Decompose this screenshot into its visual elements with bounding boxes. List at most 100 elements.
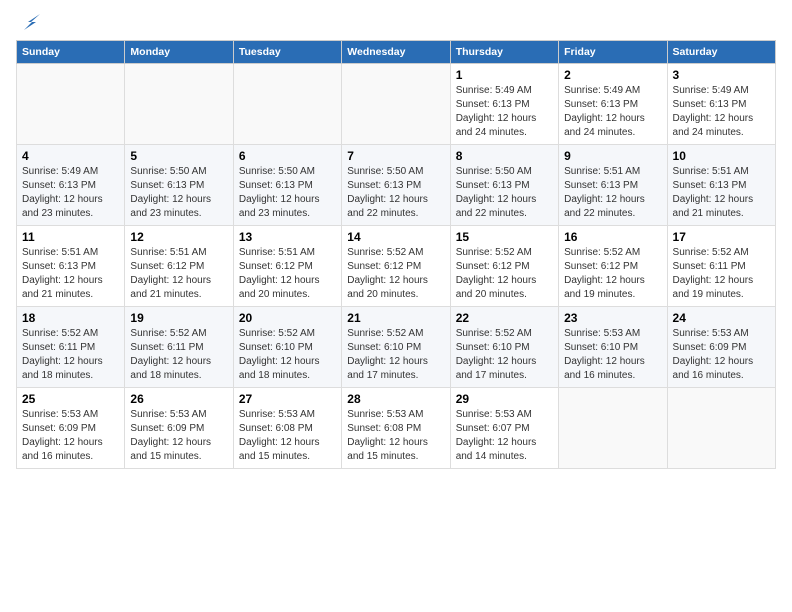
week-row-4: 18 Sunrise: 5:52 AMSunset: 6:11 PMDayligh…: [17, 307, 776, 388]
day-info: Sunrise: 5:49 AMSunset: 6:13 PMDaylight:…: [456, 84, 553, 140]
day-info: Sunrise: 5:51 AMSunset: 6:13 PMDaylight:…: [564, 165, 661, 221]
calendar-cell: 17 Sunrise: 5:52 AMSunset: 6:11 PMDayligh…: [667, 226, 775, 307]
calendar-cell: 19 Sunrise: 5:52 AMSunset: 6:11 PMDayligh…: [125, 307, 233, 388]
day-number: 22: [456, 311, 553, 325]
day-number: 13: [239, 230, 336, 244]
calendar-table: SundayMondayTuesdayWednesdayThursdayFrid…: [16, 40, 776, 469]
day-number: 18: [22, 311, 119, 325]
calendar-cell: [667, 388, 775, 469]
day-info: Sunrise: 5:53 AMSunset: 6:09 PMDaylight:…: [673, 327, 770, 383]
header-thursday: Thursday: [450, 41, 558, 64]
calendar-cell: 13 Sunrise: 5:51 AMSunset: 6:12 PMDayligh…: [233, 226, 341, 307]
day-number: 25: [22, 392, 119, 406]
calendar-cell: 12 Sunrise: 5:51 AMSunset: 6:12 PMDayligh…: [125, 226, 233, 307]
day-number: 7: [347, 149, 444, 163]
day-number: 11: [22, 230, 119, 244]
day-info: Sunrise: 5:50 AMSunset: 6:13 PMDaylight:…: [347, 165, 444, 221]
day-info: Sunrise: 5:52 AMSunset: 6:12 PMDaylight:…: [456, 246, 553, 302]
day-info: Sunrise: 5:52 AMSunset: 6:11 PMDaylight:…: [130, 327, 227, 383]
day-number: 19: [130, 311, 227, 325]
day-number: 26: [130, 392, 227, 406]
calendar-cell: 7 Sunrise: 5:50 AMSunset: 6:13 PMDaylight…: [342, 145, 450, 226]
calendar-cell: 28 Sunrise: 5:53 AMSunset: 6:08 PMDayligh…: [342, 388, 450, 469]
day-info: Sunrise: 5:50 AMSunset: 6:13 PMDaylight:…: [456, 165, 553, 221]
calendar-cell: 25 Sunrise: 5:53 AMSunset: 6:09 PMDayligh…: [17, 388, 125, 469]
day-number: 21: [347, 311, 444, 325]
calendar-cell: 15 Sunrise: 5:52 AMSunset: 6:12 PMDayligh…: [450, 226, 558, 307]
day-info: Sunrise: 5:49 AMSunset: 6:13 PMDaylight:…: [22, 165, 119, 221]
day-number: 15: [456, 230, 553, 244]
calendar-cell: 9 Sunrise: 5:51 AMSunset: 6:13 PMDaylight…: [559, 145, 667, 226]
page-header: [16, 16, 776, 30]
week-row-2: 4 Sunrise: 5:49 AMSunset: 6:13 PMDaylight…: [17, 145, 776, 226]
calendar-cell: [559, 388, 667, 469]
calendar-cell: 22 Sunrise: 5:52 AMSunset: 6:10 PMDayligh…: [450, 307, 558, 388]
day-info: Sunrise: 5:51 AMSunset: 6:12 PMDaylight:…: [130, 246, 227, 302]
day-info: Sunrise: 5:53 AMSunset: 6:07 PMDaylight:…: [456, 408, 553, 464]
day-info: Sunrise: 5:52 AMSunset: 6:11 PMDaylight:…: [22, 327, 119, 383]
calendar-cell: 3 Sunrise: 5:49 AMSunset: 6:13 PMDaylight…: [667, 64, 775, 145]
calendar-cell: [342, 64, 450, 145]
day-info: Sunrise: 5:52 AMSunset: 6:12 PMDaylight:…: [564, 246, 661, 302]
day-number: 17: [673, 230, 770, 244]
header-friday: Friday: [559, 41, 667, 64]
calendar-cell: 21 Sunrise: 5:52 AMSunset: 6:10 PMDayligh…: [342, 307, 450, 388]
calendar-cell: 24 Sunrise: 5:53 AMSunset: 6:09 PMDayligh…: [667, 307, 775, 388]
header-monday: Monday: [125, 41, 233, 64]
logo: [16, 16, 40, 30]
day-info: Sunrise: 5:52 AMSunset: 6:10 PMDaylight:…: [347, 327, 444, 383]
calendar-cell: 8Sunrise: 5:50 AMSunset: 6:13 PMDaylight…: [450, 145, 558, 226]
day-number: 4: [22, 149, 119, 163]
calendar-cell: [125, 64, 233, 145]
calendar-cell: 10Sunrise: 5:51 AMSunset: 6:13 PMDayligh…: [667, 145, 775, 226]
day-number: 28: [347, 392, 444, 406]
day-number: 20: [239, 311, 336, 325]
calendar-cell: 27 Sunrise: 5:53 AMSunset: 6:08 PMDayligh…: [233, 388, 341, 469]
header-wednesday: Wednesday: [342, 41, 450, 64]
day-info: Sunrise: 5:51 AMSunset: 6:12 PMDaylight:…: [239, 246, 336, 302]
logo-block: [16, 16, 40, 30]
day-number: 16: [564, 230, 661, 244]
calendar-cell: 2 Sunrise: 5:49 AMSunset: 6:13 PMDaylight…: [559, 64, 667, 145]
day-info: Sunrise: 5:51 AMSunset: 6:13 PMDaylight:…: [673, 165, 770, 221]
day-number: 9: [564, 149, 661, 163]
calendar-cell: 6 Sunrise: 5:50 AMSunset: 6:13 PMDaylight…: [233, 145, 341, 226]
day-number: 27: [239, 392, 336, 406]
calendar-cell: [17, 64, 125, 145]
calendar-cell: 11Sunrise: 5:51 AMSunset: 6:13 PMDayligh…: [17, 226, 125, 307]
day-number: 3: [673, 68, 770, 82]
calendar-cell: 20Sunrise: 5:52 AMSunset: 6:10 PMDayligh…: [233, 307, 341, 388]
calendar-header-row: SundayMondayTuesdayWednesdayThursdayFrid…: [17, 41, 776, 64]
calendar-cell: [233, 64, 341, 145]
day-number: 14: [347, 230, 444, 244]
logo-bird-icon: [18, 12, 40, 30]
week-row-1: 1 Sunrise: 5:49 AMSunset: 6:13 PMDaylight…: [17, 64, 776, 145]
week-row-5: 25 Sunrise: 5:53 AMSunset: 6:09 PMDayligh…: [17, 388, 776, 469]
day-info: Sunrise: 5:52 AMSunset: 6:10 PMDaylight:…: [456, 327, 553, 383]
calendar-cell: 26 Sunrise: 5:53 AMSunset: 6:09 PMDayligh…: [125, 388, 233, 469]
calendar-cell: 23 Sunrise: 5:53 AMSunset: 6:10 PMDayligh…: [559, 307, 667, 388]
header-saturday: Saturday: [667, 41, 775, 64]
day-info: Sunrise: 5:52 AMSunset: 6:11 PMDaylight:…: [673, 246, 770, 302]
day-info: Sunrise: 5:53 AMSunset: 6:08 PMDaylight:…: [347, 408, 444, 464]
day-number: 12: [130, 230, 227, 244]
day-number: 1: [456, 68, 553, 82]
day-info: Sunrise: 5:53 AMSunset: 6:09 PMDaylight:…: [22, 408, 119, 464]
day-number: 6: [239, 149, 336, 163]
calendar-cell: 4 Sunrise: 5:49 AMSunset: 6:13 PMDaylight…: [17, 145, 125, 226]
day-info: Sunrise: 5:53 AMSunset: 6:08 PMDaylight:…: [239, 408, 336, 464]
day-info: Sunrise: 5:52 AMSunset: 6:12 PMDaylight:…: [347, 246, 444, 302]
week-row-3: 11Sunrise: 5:51 AMSunset: 6:13 PMDayligh…: [17, 226, 776, 307]
day-info: Sunrise: 5:50 AMSunset: 6:13 PMDaylight:…: [130, 165, 227, 221]
day-number: 24: [673, 311, 770, 325]
day-info: Sunrise: 5:53 AMSunset: 6:10 PMDaylight:…: [564, 327, 661, 383]
day-info: Sunrise: 5:49 AMSunset: 6:13 PMDaylight:…: [564, 84, 661, 140]
day-number: 2: [564, 68, 661, 82]
calendar-cell: 29Sunrise: 5:53 AMSunset: 6:07 PMDayligh…: [450, 388, 558, 469]
calendar-cell: 1 Sunrise: 5:49 AMSunset: 6:13 PMDaylight…: [450, 64, 558, 145]
calendar-cell: 14 Sunrise: 5:52 AMSunset: 6:12 PMDayligh…: [342, 226, 450, 307]
day-info: Sunrise: 5:50 AMSunset: 6:13 PMDaylight:…: [239, 165, 336, 221]
day-info: Sunrise: 5:49 AMSunset: 6:13 PMDaylight:…: [673, 84, 770, 140]
day-info: Sunrise: 5:53 AMSunset: 6:09 PMDaylight:…: [130, 408, 227, 464]
day-number: 23: [564, 311, 661, 325]
